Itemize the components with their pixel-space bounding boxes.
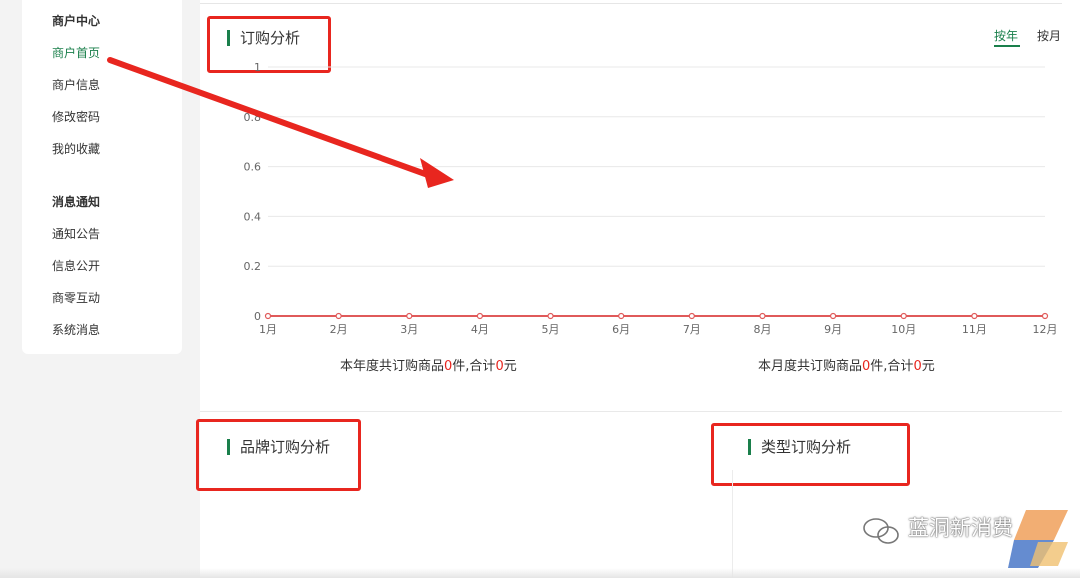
- arrow-shaft: [107, 57, 431, 178]
- logo-icon: [1008, 510, 1068, 568]
- wechat-icon: [863, 518, 899, 544]
- bottom-shadow: [0, 568, 1080, 578]
- annotation-arrow: [107, 57, 454, 188]
- arrow-head: [420, 158, 454, 188]
- watermark-text: 蓝洞新消费: [908, 516, 1013, 540]
